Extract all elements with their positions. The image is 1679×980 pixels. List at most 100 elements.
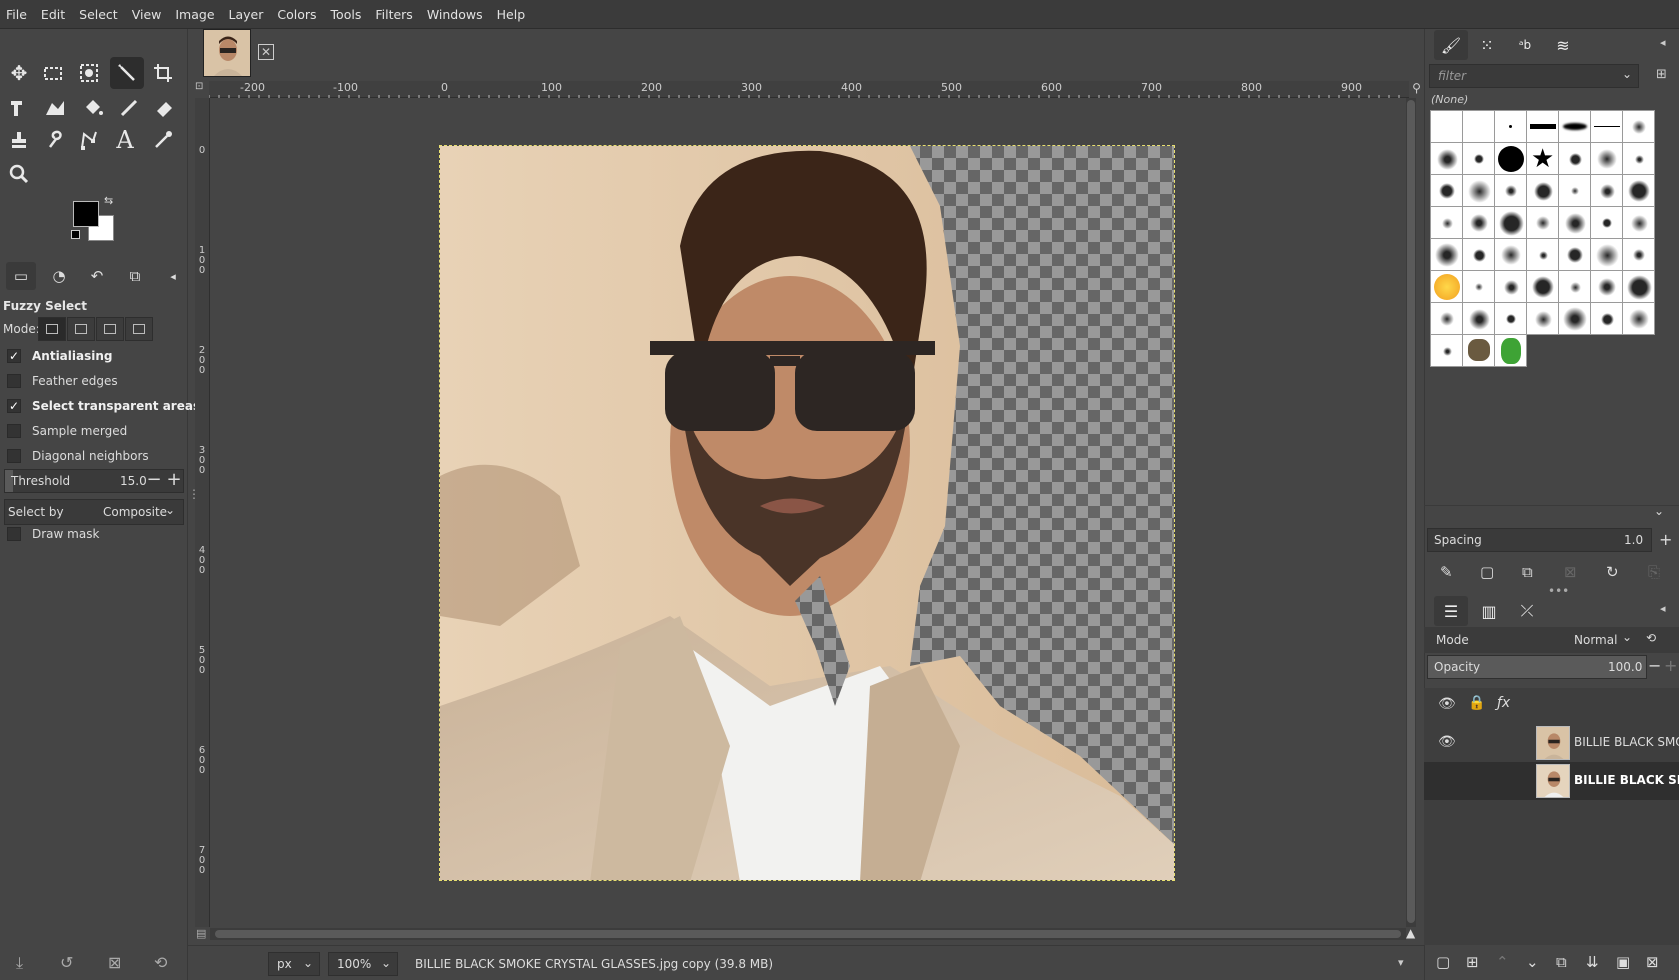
brush-preset[interactable] (1494, 270, 1527, 303)
brush-preset[interactable] (1430, 302, 1463, 335)
antialiasing-option[interactable]: ✓ Antialiasing (7, 349, 113, 363)
mode-intersect-button[interactable] (125, 317, 153, 341)
menu-windows[interactable]: Windows (427, 7, 483, 22)
layer-row[interactable]: 👁 BILLIE BLACK SMOKE (1424, 724, 1679, 762)
mode-replace-button[interactable] (38, 317, 66, 341)
brush-preset[interactable] (1558, 142, 1591, 175)
brush-preset[interactable] (1462, 334, 1495, 367)
status-menu-icon[interactable]: ▾ (1398, 956, 1404, 969)
brush-preset[interactable] (1558, 110, 1591, 143)
select-transparent-option[interactable]: ✓ Select transparent areas (7, 399, 200, 413)
brush-preset[interactable] (1590, 302, 1623, 335)
brush-preset[interactable] (1590, 174, 1623, 207)
image-canvas[interactable] (439, 145, 1175, 881)
threshold-increase-icon[interactable]: + (165, 470, 183, 492)
brush-preset[interactable] (1558, 302, 1591, 335)
mask-layer-icon[interactable]: ▣ (1616, 953, 1630, 971)
brush-preset[interactable] (1430, 334, 1463, 367)
brush-preset[interactable]: ★ (1526, 142, 1559, 175)
brush-preset[interactable] (1494, 110, 1527, 143)
layer-mode-dropdown[interactable]: Mode Normal ⌄ ⟲ (1424, 627, 1679, 653)
menu-view[interactable]: View (132, 7, 162, 22)
edit-brush-icon[interactable]: ✎ (1440, 563, 1453, 581)
brush-preset[interactable] (1494, 174, 1527, 207)
brush-preset[interactable] (1462, 142, 1495, 175)
brush-preset[interactable] (1590, 238, 1623, 271)
menu-image[interactable]: Image (175, 7, 214, 22)
dock-menu-icon[interactable]: ◂ (158, 262, 188, 290)
brush-preset[interactable] (1622, 238, 1655, 271)
layer-row-active[interactable]: BILLIE BLACK SMOKE (1424, 762, 1679, 800)
color-picker-tool-icon[interactable] (146, 124, 180, 156)
paintbrush-tool-icon[interactable] (112, 92, 146, 124)
layer-opacity-slider[interactable]: Opacity 100.0 (1427, 655, 1647, 679)
diagonal-neighbors-option[interactable]: Diagonal neighbors (7, 449, 149, 463)
new-layer-group-icon[interactable]: ⊞ (1466, 953, 1479, 971)
opacity-decrease-icon[interactable]: − (1648, 656, 1661, 675)
delete-layer-icon[interactable]: ⊠ (1646, 953, 1659, 971)
brush-preset[interactable] (1430, 206, 1463, 239)
select-by-dropdown[interactable]: Select by Composite ⌄ (4, 499, 184, 525)
save-options-icon[interactable]: ⤓ (16, 953, 23, 973)
unified-transform-tool-icon[interactable] (2, 92, 36, 124)
layers-dock-menu-icon[interactable]: ◂ (1660, 602, 1666, 615)
navigate-icon[interactable]: ▲ (1406, 926, 1415, 940)
menu-edit[interactable]: Edit (41, 7, 65, 22)
paths-tool-icon[interactable] (72, 124, 106, 156)
channels-tab-icon[interactable]: ▥ (1472, 596, 1506, 626)
brush-preset[interactable] (1558, 174, 1591, 207)
brush-preset[interactable] (1558, 206, 1591, 239)
layer-name[interactable]: BILLIE BLACK SMOKE (1574, 773, 1679, 787)
mode-subtract-button[interactable] (96, 317, 124, 341)
restore-options-icon[interactable]: ↺ (60, 953, 73, 972)
rect-select-tool-icon[interactable] (36, 57, 70, 89)
close-image-tab-icon[interactable]: ✕ (258, 44, 274, 60)
brush-preset[interactable] (1462, 174, 1495, 207)
tag-icon[interactable]: ⊞ (1656, 67, 1667, 82)
brush-preset[interactable] (1590, 270, 1623, 303)
reset-colors-icon[interactable] (71, 230, 80, 239)
foreground-color-swatch[interactable] (73, 201, 99, 227)
brush-preset[interactable] (1526, 238, 1559, 271)
eye-icon[interactable]: 👁 (1438, 734, 1456, 750)
layers-tab-icon[interactable]: ☰ (1434, 596, 1468, 626)
brush-preset[interactable] (1622, 174, 1655, 207)
brush-preset[interactable] (1526, 110, 1559, 143)
brush-preset[interactable] (1622, 270, 1655, 303)
merge-layer-icon[interactable]: ⇊ (1586, 953, 1599, 971)
new-layer-icon[interactable]: ▢ (1436, 953, 1450, 971)
brush-preset[interactable] (1494, 302, 1527, 335)
raise-layer-icon[interactable]: ⌃ (1496, 953, 1509, 971)
images-tab-icon[interactable]: ⧉ (120, 262, 150, 290)
brush-preset[interactable] (1622, 142, 1655, 175)
brush-preset[interactable] (1430, 270, 1463, 303)
brush-preset[interactable] (1558, 270, 1591, 303)
bucket-fill-tool-icon[interactable] (76, 92, 110, 124)
eraser-tool-icon[interactable] (148, 92, 182, 124)
paths-tab-icon[interactable]: ⤫ (1510, 596, 1544, 626)
brush-preset[interactable] (1462, 206, 1495, 239)
menu-file[interactable]: File (6, 7, 27, 22)
menu-colors[interactable]: Colors (277, 7, 316, 22)
zoom-tool-icon[interactable] (2, 158, 36, 190)
refresh-brushes-icon[interactable]: ↻ (1606, 563, 1619, 581)
fonts-tab-icon[interactable]: ᵃb (1508, 30, 1542, 60)
duplicate-layer-icon[interactable]: ⧉ (1556, 953, 1567, 971)
brush-grid[interactable]: ★ (1430, 110, 1670, 420)
open-brush-icon[interactable]: ⎘ (1648, 563, 1660, 581)
dock-separator-handle[interactable]: ••• (1548, 584, 1569, 598)
quick-mask-corner-icon[interactable]: ⊡ (195, 81, 209, 98)
new-brush-icon[interactable]: ▢ (1480, 563, 1494, 581)
brush-preset[interactable] (1526, 302, 1559, 335)
brush-preset[interactable] (1494, 206, 1527, 239)
brush-preset[interactable] (1526, 206, 1559, 239)
dock-menu-icon[interactable]: ◂ (1660, 36, 1666, 49)
brush-preset[interactable] (1430, 174, 1463, 207)
delete-brush-icon[interactable]: ⊠ (1564, 563, 1577, 581)
move-tool-icon[interactable]: ✥ (2, 57, 36, 89)
menu-layer[interactable]: Layer (229, 7, 264, 22)
mode-add-button[interactable] (67, 317, 95, 341)
patterns-tab-icon[interactable]: ⁙ (1470, 30, 1504, 60)
undo-history-tab-icon[interactable]: ↶ (82, 262, 112, 290)
crop-tool-icon[interactable] (146, 57, 180, 89)
